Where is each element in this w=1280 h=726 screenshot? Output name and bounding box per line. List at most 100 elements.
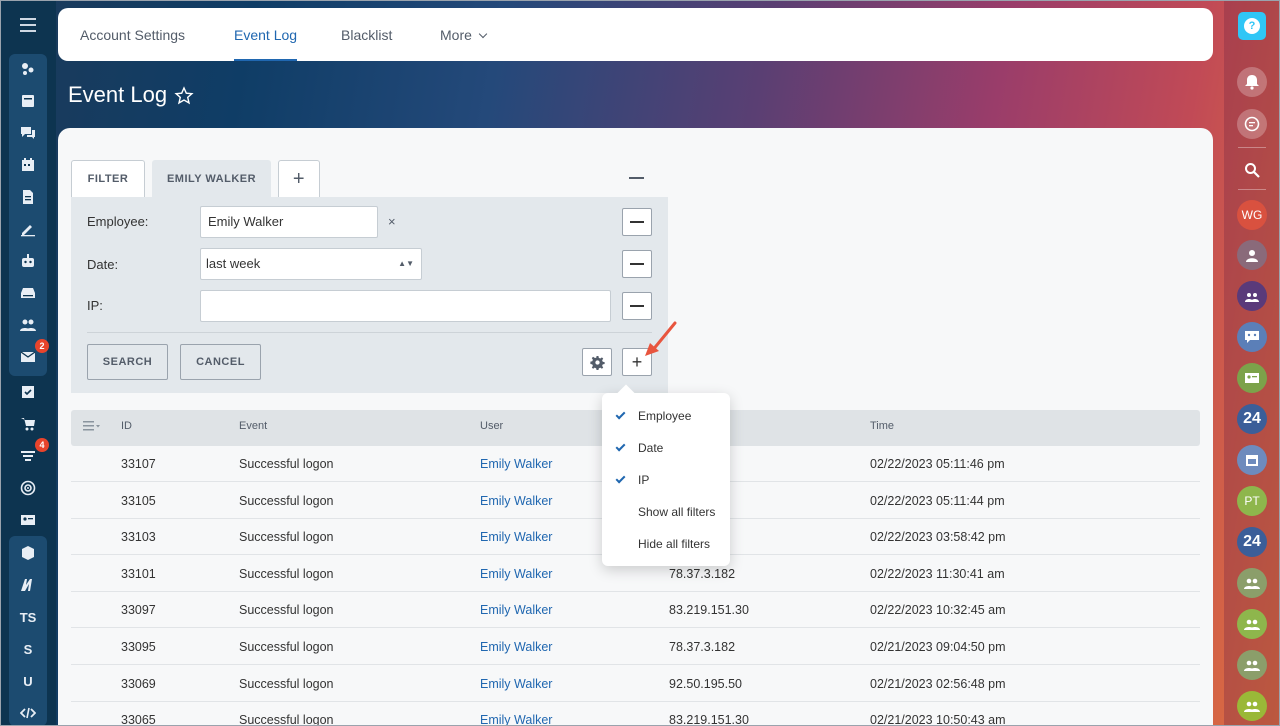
employee-field[interactable]: Emily Walker xyxy=(200,206,378,238)
menu-icon[interactable] xyxy=(20,18,36,32)
collapse-filter-icon[interactable] xyxy=(629,177,644,179)
calendar-chat[interactable] xyxy=(1237,445,1267,475)
mail-badge: 2 xyxy=(35,339,49,353)
sidebar-item-feed[interactable] xyxy=(9,53,47,85)
sidebar-item-target[interactable] xyxy=(9,472,47,504)
cell-time: 02/21/2023 09:04:50 pm xyxy=(870,640,1006,654)
column-menu-icon[interactable] xyxy=(83,420,101,432)
tab-account-settings[interactable]: Account Settings xyxy=(80,8,185,61)
cell-user[interactable]: Emily Walker xyxy=(480,530,552,544)
column-time[interactable]: Time xyxy=(870,420,894,432)
bitrix24-chat-1[interactable]: 24 xyxy=(1237,404,1267,434)
table-row[interactable]: 33069 Successful logon Emily Walker 92.50.1… xyxy=(71,666,1200,702)
table-row[interactable]: 33095 Successful logon Emily Walker 78.37.3… xyxy=(71,629,1200,665)
avatar-wg[interactable]: WG xyxy=(1237,200,1267,230)
popup-item-show-all[interactable]: Show all filters xyxy=(638,505,715,519)
chat-bubble-icon xyxy=(1244,116,1260,132)
sidebar-item-docs[interactable] xyxy=(9,181,47,213)
cell-user[interactable]: Emily Walker xyxy=(480,713,552,726)
top-navigation: Account Settings Event Log Blacklist Mor… xyxy=(58,8,1213,61)
tab-more[interactable]: More xyxy=(440,8,488,61)
remove-ip-field-button[interactable] xyxy=(622,292,652,320)
filter-settings-button[interactable] xyxy=(582,348,612,376)
users-icon xyxy=(1244,701,1260,712)
sidebar-item-ts[interactable]: TS xyxy=(9,601,47,633)
popup-item-date[interactable]: Date xyxy=(638,441,663,455)
sidebar-item-dev[interactable] xyxy=(9,697,47,726)
avatar-pt[interactable]: PT xyxy=(1237,486,1267,516)
group-chat-1[interactable] xyxy=(1237,322,1267,352)
remove-employee-field-button[interactable] xyxy=(622,208,652,236)
tab-blacklist[interactable]: Blacklist xyxy=(341,8,392,61)
chat-icon xyxy=(21,127,35,139)
popup-item-employee[interactable]: Employee xyxy=(638,409,691,423)
group-chat-2[interactable] xyxy=(1237,363,1267,393)
group-chat-5[interactable] xyxy=(1237,650,1267,680)
add-preset-button[interactable]: + xyxy=(278,160,320,197)
cell-user[interactable]: Emily Walker xyxy=(480,640,552,654)
cell-id: 33105 xyxy=(121,493,156,508)
date-select[interactable]: last week ▲▼ xyxy=(200,248,422,280)
sidebar-item-box[interactable] xyxy=(9,537,47,569)
sidebar-item-chat[interactable] xyxy=(9,117,47,149)
sidebar-item-u[interactable]: U xyxy=(9,665,47,697)
cell-event: Successful logon xyxy=(239,713,334,726)
messenger-button[interactable] xyxy=(1237,109,1267,139)
tab-event-log[interactable]: Event Log xyxy=(234,8,298,61)
cell-ip: 78.37.3.182 xyxy=(669,566,736,581)
popup-item-ip[interactable]: IP xyxy=(638,473,649,487)
cell-user[interactable]: Emily Walker xyxy=(480,567,552,581)
cell-user[interactable]: Emily Walker xyxy=(480,677,552,691)
column-id[interactable]: ID xyxy=(121,420,132,432)
table-row[interactable]: 33065 Successful logon Emily Walker 83.219.… xyxy=(71,702,1200,726)
sidebar-item-m[interactable] xyxy=(9,569,47,601)
sidebar-item-checklist[interactable] xyxy=(9,376,47,408)
field-label-employee: Employee: xyxy=(87,214,149,229)
sidebar-item-calendar[interactable] xyxy=(9,149,47,181)
star-icon[interactable] xyxy=(174,86,194,106)
sidebar-item-employees[interactable] xyxy=(9,309,47,341)
cell-user[interactable]: Emily Walker xyxy=(480,457,552,471)
sidebar-item-contacts[interactable] xyxy=(9,504,47,536)
table-row[interactable]: 33097 Successful logon Emily Walker 83.219.… xyxy=(71,592,1200,629)
avatar-photo-1[interactable] xyxy=(1237,240,1267,270)
avatar-photo-2[interactable] xyxy=(1237,281,1267,311)
cell-time: 02/22/2023 05:11:44 pm xyxy=(870,493,1005,508)
sidebar-item-tasks[interactable] xyxy=(9,85,47,117)
id-card-icon xyxy=(1245,373,1259,383)
remove-date-field-button[interactable] xyxy=(622,250,652,278)
cell-ip: 78.37.3.182 xyxy=(669,640,736,654)
cell-time: 02/22/2023 11:30:41 am xyxy=(870,566,1005,581)
cell-user[interactable]: Emily Walker xyxy=(480,603,552,617)
sidebar-item-bot[interactable] xyxy=(9,245,47,277)
cell-user[interactable]: Emily Walker xyxy=(480,494,552,508)
group-chat-4[interactable] xyxy=(1237,609,1267,639)
filter-fields-popup: Employee Date IP Show all filters Hide a… xyxy=(602,393,730,566)
filter-tab-preset[interactable]: EMILY WALKER xyxy=(152,160,271,197)
help-button[interactable]: ? xyxy=(1238,12,1266,40)
sidebar-item-mail[interactable]: 2 xyxy=(9,339,49,373)
notifications-button[interactable] xyxy=(1237,67,1267,97)
funnel-icon xyxy=(21,451,35,461)
sidebar-item-s[interactable]: S xyxy=(9,633,47,665)
ip-field[interactable] xyxy=(200,290,611,322)
sidebar-item-shop[interactable] xyxy=(9,408,47,440)
cell-id: 33097 xyxy=(121,603,156,618)
field-label-ip: IP: xyxy=(87,298,103,313)
filter-tab-filter[interactable]: FILTER xyxy=(71,160,145,197)
cancel-button[interactable]: CANCEL xyxy=(180,344,261,380)
clear-employee-icon[interactable]: × xyxy=(388,214,396,229)
column-event[interactable]: Event xyxy=(239,420,267,432)
sidebar-item-sign[interactable] xyxy=(9,213,47,245)
group-chat-3[interactable] xyxy=(1237,568,1267,598)
sidebar-item-funnel[interactable]: 4 xyxy=(9,438,49,472)
search-button[interactable] xyxy=(1237,155,1267,185)
group-chat-6[interactable] xyxy=(1237,691,1267,721)
popup-item-hide-all[interactable]: Hide all filters xyxy=(638,537,710,551)
bitrix24-chat-2[interactable]: 24 xyxy=(1237,527,1267,557)
drive-icon xyxy=(21,288,35,298)
search-button[interactable]: SEARCH xyxy=(87,344,168,380)
column-user[interactable]: User xyxy=(480,420,503,432)
filter-divider xyxy=(87,332,652,333)
sidebar-item-drive[interactable] xyxy=(9,277,47,309)
